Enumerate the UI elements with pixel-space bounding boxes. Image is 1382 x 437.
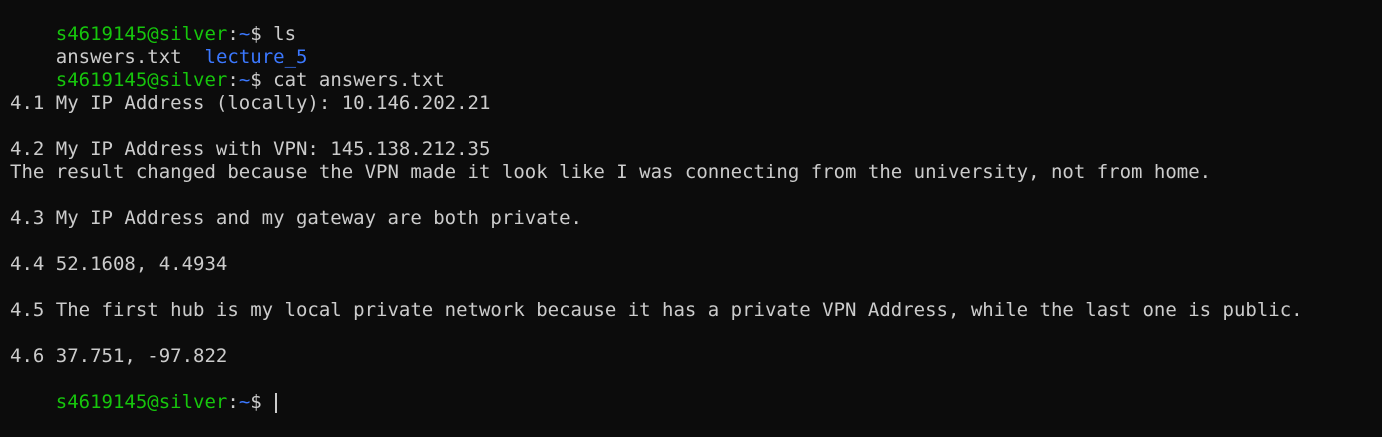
prompt-cwd: ~ bbox=[238, 391, 251, 413]
prompt-cwd: ~ bbox=[238, 23, 251, 45]
file-line bbox=[10, 230, 1382, 253]
prompt-line-current[interactable]: s4619145@silver:~$ bbox=[10, 368, 1382, 413]
file-line: 4.3 My IP Address and my gateway are bot… bbox=[10, 207, 582, 229]
file-entry: answers.txt bbox=[55, 46, 182, 68]
prompt-user-host: s4619145@silver bbox=[55, 69, 228, 91]
prompt-symbol: $ bbox=[250, 23, 274, 45]
prompt-separator: : bbox=[227, 391, 239, 413]
prompt-symbol: $ bbox=[250, 69, 274, 91]
file-line bbox=[10, 115, 1382, 138]
file-line bbox=[10, 322, 1382, 345]
file-line: 4.2 My IP Address with VPN: 145.138.212.… bbox=[10, 138, 491, 160]
prompt-cwd: ~ bbox=[238, 69, 251, 91]
file-line bbox=[10, 184, 1382, 207]
file-line: 4.1 My IP Address (locally): 10.146.202.… bbox=[10, 92, 491, 114]
file-line: 4.5 The first hub is my local private ne… bbox=[10, 299, 1303, 321]
prompt-line-ls: s4619145@silver:~$ ls bbox=[10, 0, 1382, 45]
prompt-symbol: $ bbox=[250, 391, 274, 413]
prompt-separator: : bbox=[227, 69, 239, 91]
file-line: 4.4 52.1608, 4.4934 bbox=[10, 253, 228, 275]
file-line bbox=[10, 276, 1382, 299]
command-cat: cat answers.txt bbox=[273, 69, 445, 91]
file-line: The result changed because the VPN made … bbox=[10, 161, 1212, 183]
prompt-separator: : bbox=[227, 23, 239, 45]
ls-gap bbox=[182, 46, 205, 68]
directory-entry: lecture_5 bbox=[204, 46, 308, 68]
prompt-user-host: s4619145@silver bbox=[55, 23, 228, 45]
command-ls: ls bbox=[273, 23, 297, 45]
file-line: 4.6 37.751, -97.822 bbox=[10, 345, 228, 367]
terminal-window[interactable]: s4619145@silver:~$ ls answers.txt lectur… bbox=[0, 0, 1382, 413]
prompt-user-host: s4619145@silver bbox=[55, 391, 228, 413]
